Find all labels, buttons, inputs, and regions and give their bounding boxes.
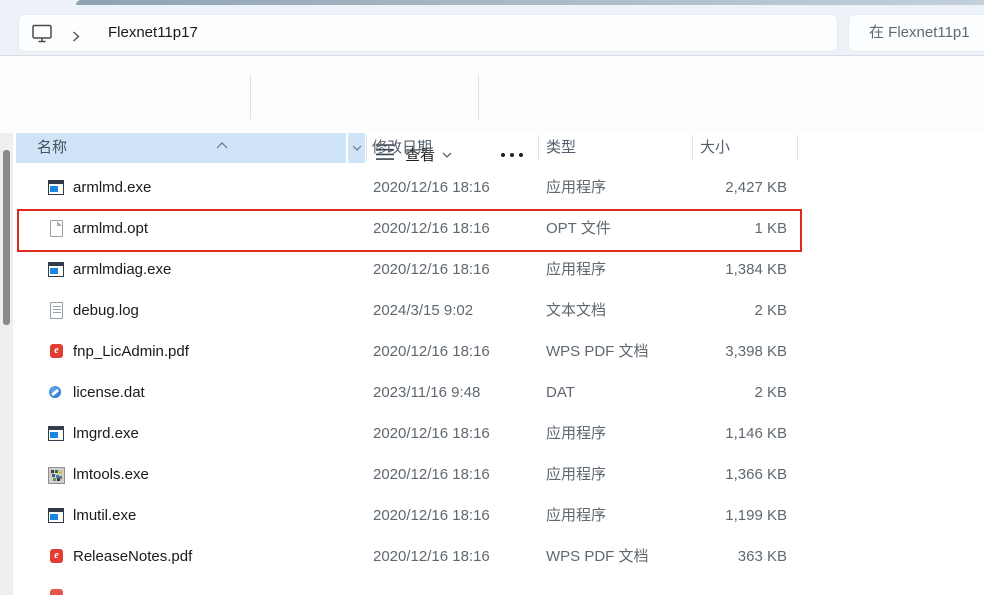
file-modified: 2020/12/16 18:16 <box>373 536 490 577</box>
wpspdf-file-icon <box>48 343 65 360</box>
table-row[interactable]: armlmdiag.exe 2020/12/16 18:16 应用程序 1,38… <box>0 249 860 290</box>
column-separator[interactable] <box>538 135 539 161</box>
file-type: WPS PDF 文档 <box>546 536 649 577</box>
dat-file-icon <box>48 384 65 401</box>
file-size: 1,384 KB <box>650 249 787 290</box>
column-header-modified[interactable]: 修改日期 <box>372 133 432 163</box>
column-header-row: 名称 修改日期 类型 大小 <box>0 133 860 163</box>
column-header-name-label: 名称 <box>37 139 67 156</box>
file-size: 363 KB <box>650 536 787 577</box>
file-explorer-window: { "breadcrumb": { "folder": "Flexnet11p1… <box>0 0 984 595</box>
file-size: 2 KB <box>650 372 787 413</box>
column-separator[interactable] <box>692 135 693 161</box>
toolbar-separator <box>250 75 251 119</box>
file-type: OPT 文件 <box>546 208 611 249</box>
table-row[interactable]: ReleaseNotes.pdf 2020/12/16 18:16 WPS PD… <box>0 536 860 577</box>
address-bar[interactable]: Flexnet11p17 <box>18 14 838 52</box>
this-pc-icon[interactable] <box>31 23 53 49</box>
file-type: DAT <box>546 372 575 413</box>
file-type: 应用程序 <box>546 454 606 495</box>
toolbar: A 排序 查看 <box>0 57 984 133</box>
app-file-icon <box>48 425 65 442</box>
search-input-text: 在 Flexnet11p1 <box>869 15 970 51</box>
app-file-icon <box>48 507 65 524</box>
file-modified: 2020/12/16 18:16 <box>373 167 490 208</box>
file-type: 应用程序 <box>546 167 606 208</box>
table-row[interactable]: lmtools.exe 2020/12/16 18:16 应用程序 1,366 … <box>0 454 860 495</box>
breadcrumb-chevron-icon[interactable] <box>72 29 80 47</box>
toolbar-separator <box>478 75 479 119</box>
file-modified: 2020/12/16 18:16 <box>373 331 490 372</box>
file-name: fnp_LicAdmin.pdf <box>73 331 189 372</box>
breadcrumb-folder[interactable]: Flexnet11p17 <box>108 15 198 51</box>
file-type: 应用程序 <box>546 495 606 536</box>
file-name: armlmd.opt <box>73 208 148 249</box>
lmtools-file-icon <box>48 466 65 483</box>
file-modified: 2020/12/16 18:16 <box>373 249 490 290</box>
file-list: armlmd.exe 2020/12/16 18:16 应用程序 2,427 K… <box>0 167 860 577</box>
table-row[interactable]: armlmd.exe 2020/12/16 18:16 应用程序 2,427 K… <box>0 167 860 208</box>
file-size: 1,366 KB <box>650 454 787 495</box>
file-file-icon <box>48 220 65 237</box>
file-modified: 2020/12/16 18:16 <box>373 413 490 454</box>
file-name: lmgrd.exe <box>73 413 139 454</box>
column-header-name[interactable]: 名称 <box>16 133 346 163</box>
app-file-icon <box>48 261 65 278</box>
file-size: 1 KB <box>650 208 787 249</box>
file-name: armlmd.exe <box>73 167 151 208</box>
column-filter-chevron[interactable] <box>347 133 365 163</box>
table-row[interactable]: fnp_LicAdmin.pdf 2020/12/16 18:16 WPS PD… <box>0 331 860 372</box>
address-row: Flexnet11p17 在 Flexnet11p1 <box>0 8 984 56</box>
file-size: 1,146 KB <box>650 413 787 454</box>
search-box[interactable]: 在 Flexnet11p1 <box>848 14 984 52</box>
file-size: 2,427 KB <box>650 167 787 208</box>
file-name: lmutil.exe <box>73 495 136 536</box>
file-modified: 2023/11/16 9:48 <box>373 372 480 413</box>
file-modified: 2020/12/16 18:16 <box>373 454 490 495</box>
column-separator[interactable] <box>797 135 798 161</box>
file-size: 1,199 KB <box>650 495 787 536</box>
table-row-highlighted[interactable]: armlmd.opt 2020/12/16 18:16 OPT 文件 1 KB <box>0 208 860 249</box>
file-size: 2 KB <box>650 290 787 331</box>
textdoc-file-icon <box>48 302 65 319</box>
file-name: ReleaseNotes.pdf <box>73 536 192 577</box>
column-separator[interactable] <box>366 135 367 161</box>
file-modified: 2020/12/16 18:16 <box>373 208 490 249</box>
active-tab-edge <box>76 0 984 5</box>
wpspdf-file-icon <box>48 548 65 565</box>
file-name: lmtools.exe <box>73 454 149 495</box>
table-row[interactable]: license.dat 2023/11/16 9:48 DAT 2 KB <box>0 372 860 413</box>
table-row[interactable]: lmutil.exe 2020/12/16 18:16 应用程序 1,199 K… <box>0 495 860 536</box>
app-file-icon <box>48 179 65 196</box>
column-header-size[interactable]: 大小 <box>700 133 730 163</box>
table-row[interactable]: debug.log 2024/3/15 9:02 文本文档 2 KB <box>0 290 860 331</box>
partial-file-icon <box>50 589 63 595</box>
file-modified: 2024/3/15 9:02 <box>373 290 473 331</box>
table-row[interactable]: lmgrd.exe 2020/12/16 18:16 应用程序 1,146 KB <box>0 413 860 454</box>
sort-ascending-indicator-icon <box>216 130 228 160</box>
file-type: WPS PDF 文档 <box>546 331 649 372</box>
file-type: 应用程序 <box>546 249 606 290</box>
file-name: debug.log <box>73 290 139 331</box>
column-header-type[interactable]: 类型 <box>546 133 576 163</box>
file-name: license.dat <box>73 372 145 413</box>
file-size: 3,398 KB <box>650 331 787 372</box>
file-type: 文本文档 <box>546 290 606 331</box>
tab-strip <box>0 0 984 8</box>
file-type: 应用程序 <box>546 413 606 454</box>
file-modified: 2020/12/16 18:16 <box>373 495 490 536</box>
file-name: armlmdiag.exe <box>73 249 171 290</box>
